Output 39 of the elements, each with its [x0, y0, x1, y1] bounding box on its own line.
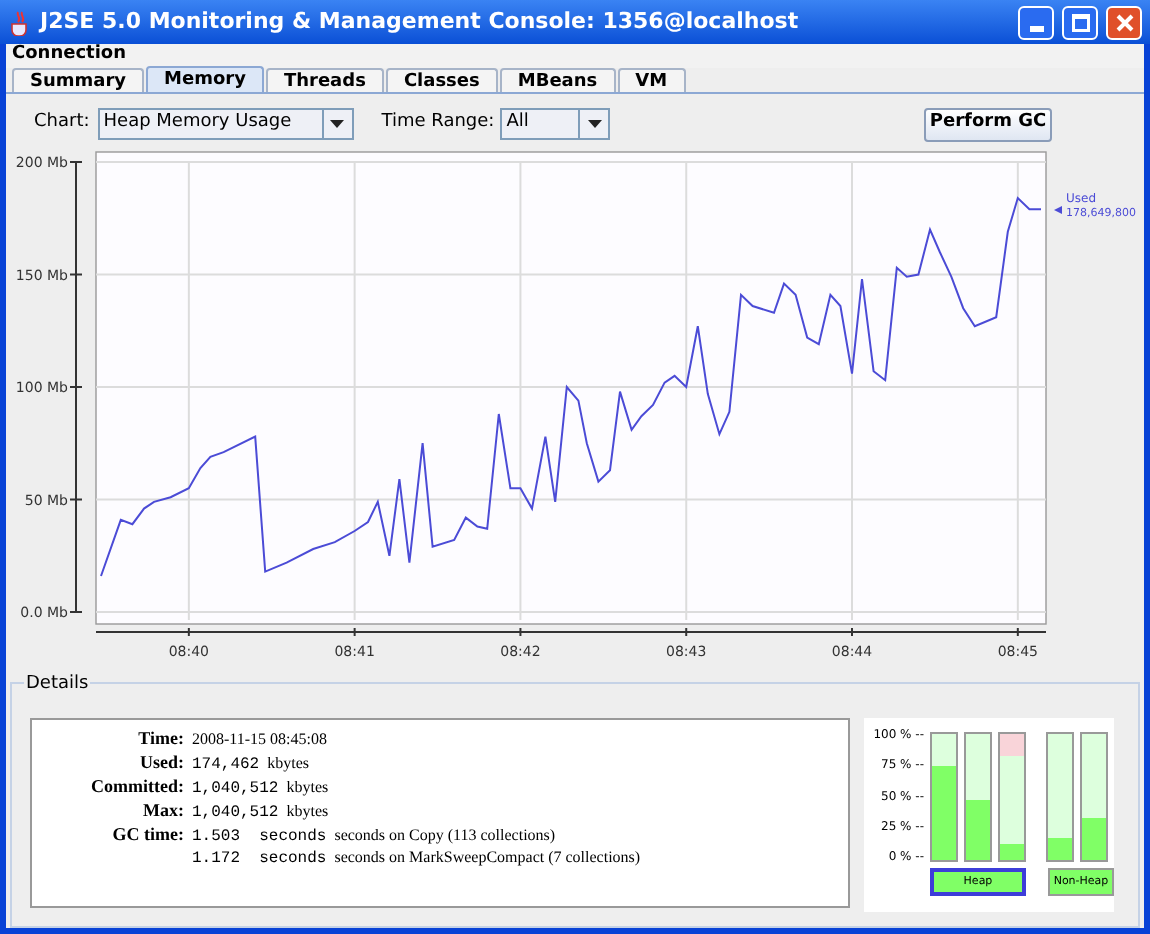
- minimize-button[interactable]: [1018, 5, 1054, 39]
- detail-value: kbytes: [286, 776, 329, 800]
- maximize-icon: [1071, 13, 1089, 31]
- perform-gc-button[interactable]: Perform GC: [924, 107, 1052, 141]
- tab[interactable]: VM: [617, 68, 686, 92]
- tab[interactable]: Classes: [385, 68, 498, 92]
- detail-value: kbytes: [267, 752, 309, 776]
- time-range-label: Time Range:: [381, 110, 495, 137]
- chart-dropdown[interactable]: Heap Memory Usage: [97, 108, 354, 140]
- menu-item[interactable]: Connection: [12, 42, 127, 70]
- detail-value: 2008-11-15 08:45:08: [192, 728, 327, 752]
- window-title: J2SE 5.0 Monitoring & Management Console: 1356@localhost: [40, 5, 801, 38]
- tab[interactable]: Threads: [265, 68, 384, 92]
- detail-label: Max:: [141, 798, 186, 824]
- detail-label: Time:: [136, 726, 186, 752]
- tab[interactable]: Memory: [146, 66, 264, 92]
- detail-value: 174,462: [192, 754, 260, 778]
- maximize-button[interactable]: [1062, 5, 1098, 39]
- dropdown-arrow-icon: [330, 120, 345, 128]
- detail-label: Used:: [138, 750, 186, 776]
- detail-label: GC time:: [110, 822, 186, 848]
- tab[interactable]: Summary: [12, 68, 145, 92]
- dropdown-arrow-icon: [587, 120, 602, 128]
- detail-label: Committed:: [89, 774, 186, 800]
- detail-value: 1.503 seconds: [192, 826, 327, 850]
- tab[interactable]: MBeans: [499, 68, 616, 92]
- detail-value: kbytes: [286, 800, 329, 824]
- chart-label: Chart:: [34, 110, 90, 137]
- close-button[interactable]: [1106, 5, 1142, 39]
- legend-marker-icon: [1054, 206, 1062, 214]
- detail-value: 1,040,512: [192, 802, 279, 826]
- detail-value: seconds on Copy (113 collections): [334, 824, 556, 848]
- close-icon: [1115, 13, 1133, 31]
- detail-value: seconds on MarkSweepCompact (7 collections): [334, 846, 641, 870]
- minimize-icon: [1029, 25, 1043, 31]
- detail-value: 1.172 seconds: [192, 848, 327, 872]
- detail-value: 1,040,512: [192, 778, 279, 802]
- coffee-cup-icon: [8, 9, 32, 35]
- time-range-dropdown[interactable]: All: [500, 108, 611, 140]
